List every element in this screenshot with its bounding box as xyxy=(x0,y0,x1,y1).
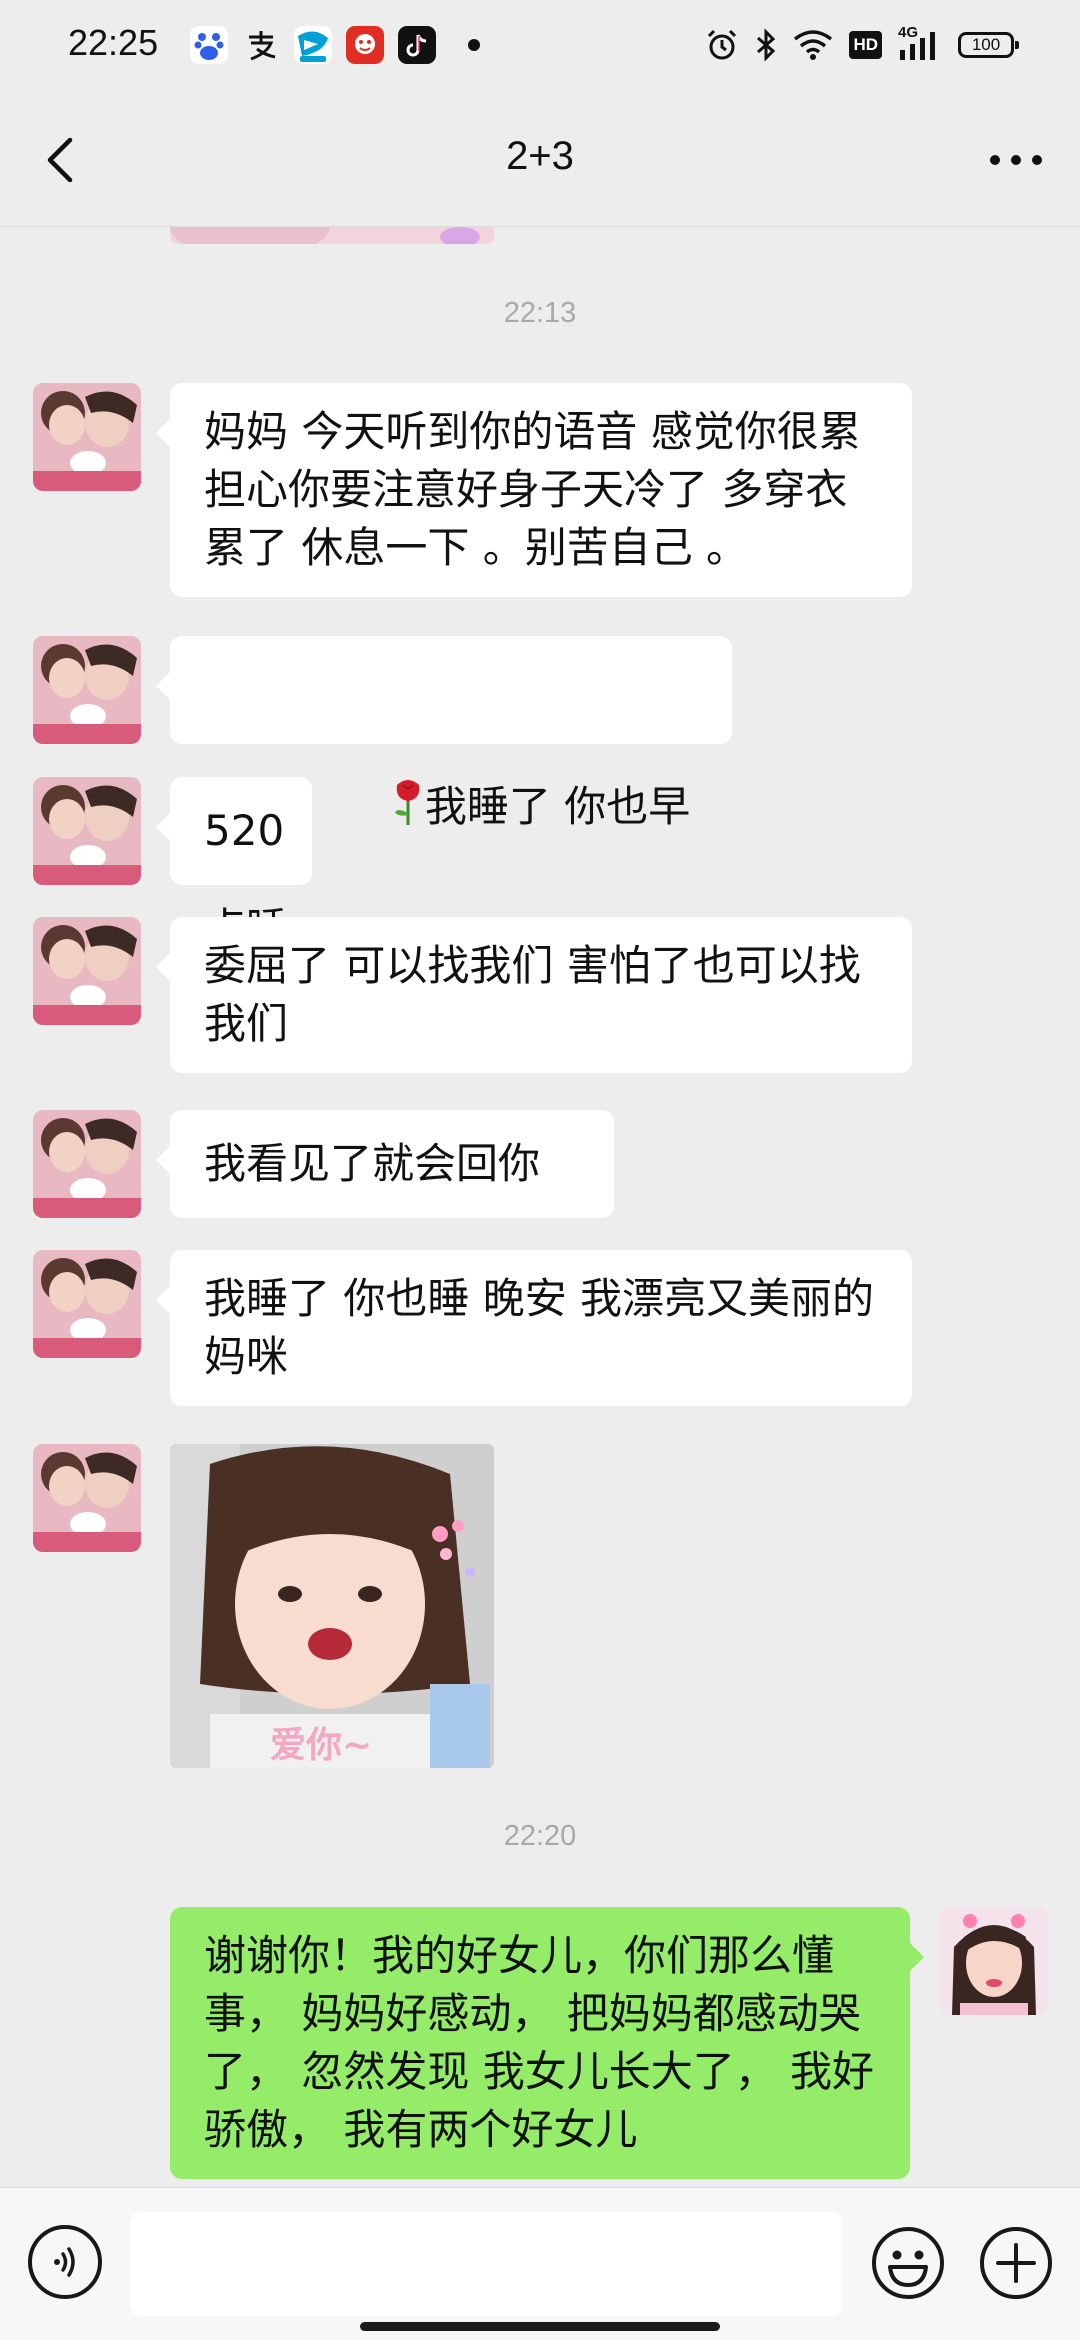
cellular-signal-icon: 4G xyxy=(898,24,942,64)
hd-voice-icon: HD xyxy=(849,26,882,64)
battery-icon: 100 xyxy=(958,26,1019,64)
baidu-icon xyxy=(190,26,228,64)
message-bubble[interactable]: 我看见了就会回你 xyxy=(156,1110,614,1218)
message-bubble[interactable]: 妈妈 今天听到你的语音 感觉你很累 担心你要注意好身子天冷了 多穿衣 累了 休息… xyxy=(156,383,912,597)
system-status-icons: HD 4G 100 xyxy=(705,24,1019,64)
my-avatar[interactable] xyxy=(940,1907,1048,2015)
contact-avatar[interactable] xyxy=(33,636,141,744)
more-options-button[interactable] xyxy=(976,128,1056,192)
more-notifications-dot xyxy=(468,39,480,51)
douyin-icon xyxy=(398,26,436,64)
previous-image-message[interactable] xyxy=(170,227,494,244)
home-indicator[interactable] xyxy=(360,2322,720,2331)
more-dots-icon xyxy=(990,155,1042,165)
bluetooth-icon xyxy=(755,26,777,64)
image-caption: 爱你~ xyxy=(270,1725,373,1766)
message-bubble[interactable]: 委屈了 可以找我们 害怕了也可以找我们 xyxy=(156,917,912,1073)
notification-app-icons xyxy=(190,26,480,64)
chat-screen: 22:25 HD 4G 100 2+3 22:13 妈妈 今天听到你的语音 感觉… xyxy=(0,0,1080,2340)
wifi-icon xyxy=(793,26,833,64)
contact-avatar[interactable] xyxy=(33,777,141,885)
message-bubble-outgoing[interactable]: 谢谢你！我的好女儿，你们那么懂事， 妈妈好感动， 把妈妈都感动哭了， 忽然发现 … xyxy=(170,1907,924,2179)
contact-avatar[interactable] xyxy=(33,1250,141,1358)
voice-input-button[interactable] xyxy=(28,2225,102,2299)
smiley-icon xyxy=(872,2227,944,2299)
timestamp: 22:13 xyxy=(503,297,577,329)
message-bubble[interactable]: 520 xyxy=(156,777,312,885)
plus-circle-icon xyxy=(980,2227,1052,2299)
input-bar xyxy=(0,2187,1080,2340)
chat-header: 2+3 xyxy=(0,96,1080,227)
contact-avatar[interactable] xyxy=(33,383,141,491)
status-time: 22:25 xyxy=(68,22,159,63)
message-list[interactable]: 22:13 妈妈 今天听到你的语音 感觉你很累 担心你要注意好身子天冷了 多穿衣… xyxy=(0,227,1080,2187)
voice-icon xyxy=(54,2247,75,2277)
timestamp: 22:20 xyxy=(503,1820,577,1852)
contact-avatar[interactable] xyxy=(33,1444,141,1552)
more-functions-button[interactable] xyxy=(978,2225,1054,2301)
alarm-icon xyxy=(705,26,739,64)
status-bar: 22:25 HD 4G 100 xyxy=(0,0,1080,96)
message-input[interactable] xyxy=(130,2212,842,2316)
contact-avatar[interactable] xyxy=(33,1110,141,1218)
image-message[interactable]: 爱你~ xyxy=(170,1444,494,1768)
emoji-button[interactable] xyxy=(870,2225,946,2301)
pinduoduo-icon xyxy=(346,26,384,64)
contact-avatar[interactable] xyxy=(33,917,141,1025)
bilibili-icon xyxy=(294,26,332,64)
alipay-icon xyxy=(242,26,280,64)
message-bubble[interactable]: 我睡了 你也早点睡 xyxy=(156,636,732,1062)
chat-title: 2+3 xyxy=(506,134,574,178)
message-bubble[interactable]: 我睡了 你也睡 晚安 我漂亮又美丽的妈咪 xyxy=(156,1250,912,1406)
